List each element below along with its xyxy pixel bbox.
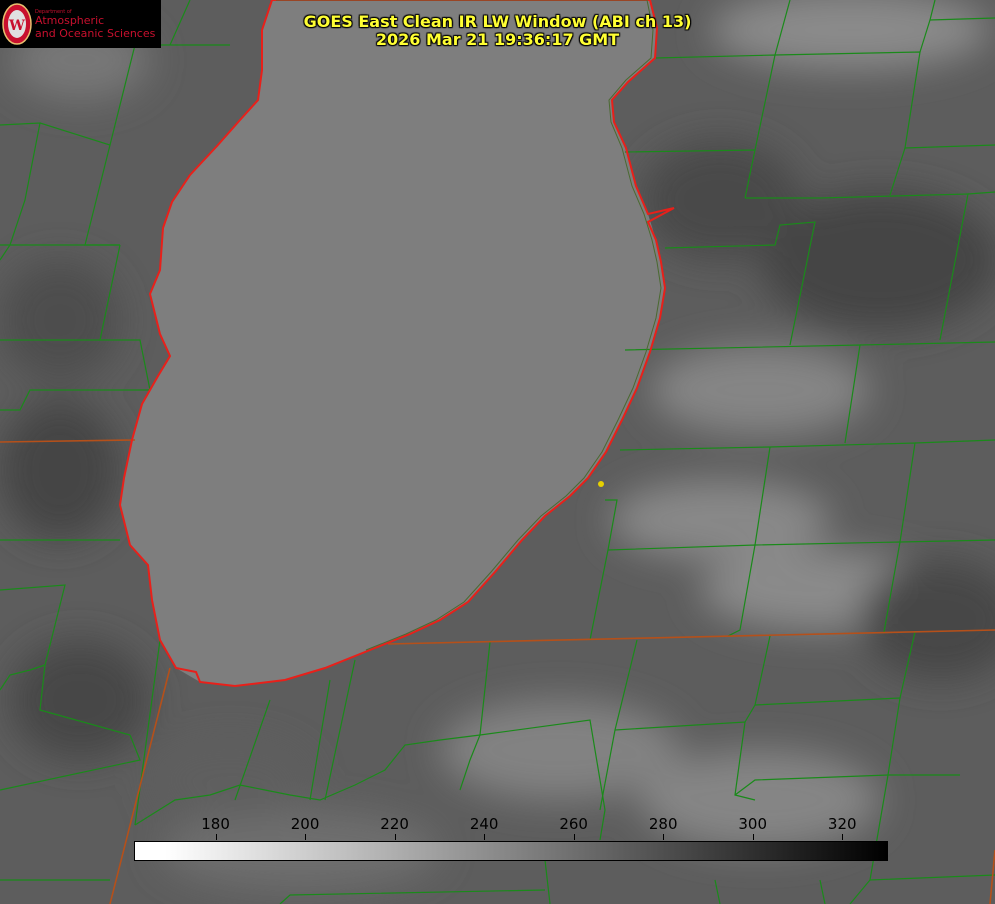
image-title: GOES East Clean IR LW Window (ABI ch 13) [303, 12, 692, 31]
colorbar-tick-label: 180 [201, 815, 230, 833]
colorbar-tick-label: 260 [559, 815, 588, 833]
colorbar-tick-mark [394, 834, 396, 840]
colorbar-tick-label: 280 [648, 815, 678, 833]
colorbar-tick-mark [573, 834, 575, 840]
colorbar-tick-mark [663, 834, 665, 840]
colorbar-tick-mark [305, 834, 307, 840]
satellite-map: W Department of Atmospheric and Oceanic … [0, 0, 995, 904]
colorbar-tick-label: 320 [827, 815, 857, 833]
location-marker [598, 481, 604, 487]
colorbar-tick-mark [484, 834, 486, 840]
image-timestamp: 2026 Mar 21 19:36:17 GMT [375, 30, 620, 49]
colorbar-tick-label: 300 [738, 815, 768, 833]
colorbar-tick-label: 240 [469, 815, 499, 833]
colorbar-gradient [134, 841, 888, 861]
colorbar-tick-mark [842, 834, 844, 840]
colorbar-tick-label: 200 [290, 815, 320, 833]
colorbar-tick-mark [752, 834, 754, 840]
colorbar-tick-mark [215, 834, 217, 840]
map-canvas [0, 0, 995, 904]
colorbar-tick-label: 220 [380, 815, 409, 833]
